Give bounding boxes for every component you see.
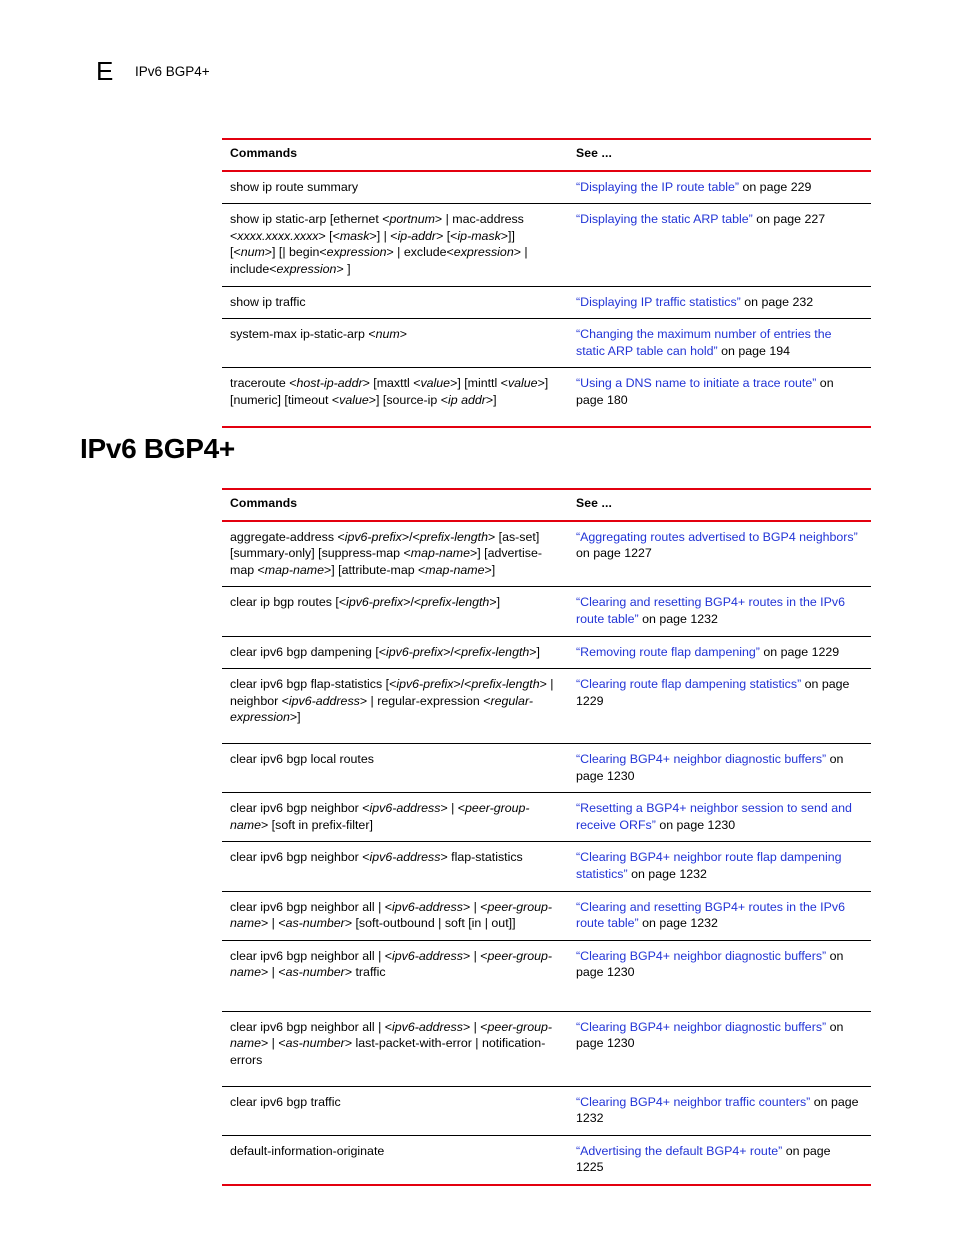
column-header-see: See ...	[576, 146, 612, 160]
table-row: clear ipv6 bgp neighbor <ipv6-address> f…	[222, 842, 871, 891]
command-cell: clear ipv6 bgp neighbor all | <ipv6-addr…	[230, 948, 553, 980]
bgp4-commands-table: Commands See ... aggregate-address <ipv6…	[222, 488, 871, 1186]
table-row: clear ipv6 bgp flap-statistics [<ipv6-pr…	[222, 669, 871, 744]
table-row: clear ipv6 bgp neighbor all | <ipv6-addr…	[222, 891, 871, 941]
see-reference-cell: “Clearing BGP4+ neighbor traffic counter…	[568, 1086, 871, 1135]
see-reference-cell: “Aggregating routes advertised to BGP4 n…	[568, 521, 871, 587]
cross-reference-link[interactable]: “Clearing BGP4+ neighbor route flap damp…	[576, 850, 842, 881]
cross-reference-link[interactable]: “Using a DNS name to initiate a trace ro…	[576, 376, 816, 390]
command-cell: show ip static-arp [ethernet <portnum> |…	[230, 212, 528, 276]
table-row: clear ipv6 bgp neighbor all | <ipv6-addr…	[222, 940, 871, 1012]
table-head: Commands See ...	[222, 489, 871, 521]
command-cell: clear ip bgp routes [<ipv6-prefix>/<pref…	[230, 595, 501, 610]
command-cell: clear ipv6 bgp flap-statistics [<ipv6-pr…	[230, 677, 554, 725]
page-reference-text: on page 1230	[655, 817, 736, 832]
page-reference-text: on page 1229	[759, 644, 840, 659]
see-reference-cell: “Displaying the IP route table” on page …	[568, 171, 871, 204]
table-row: show ip static-arp [ethernet <portnum> |…	[222, 204, 871, 287]
table-row: show ip traffic “Displaying IP traffic st…	[222, 286, 871, 319]
table-row: clear ipv6 bgp dampening [<ipv6-prefix>/…	[222, 636, 871, 669]
see-reference-cell: “Displaying IP traffic statistics” on pa…	[568, 286, 871, 319]
cross-reference-link[interactable]: “Advertising the default BGP4+ route”	[576, 1144, 782, 1158]
table-header-row: Commands See ...	[222, 489, 871, 521]
see-reference-cell: “Clearing and resetting BGP4+ routes in …	[568, 587, 871, 636]
see-reference-cell: “Clearing BGP4+ neighbor diagnostic buff…	[568, 1011, 871, 1086]
command-cell: clear ipv6 bgp neighbor <ipv6-address> |…	[230, 801, 530, 832]
running-head-title: IPv6 BGP4+	[135, 64, 210, 79]
command-cell: show ip traffic	[230, 294, 306, 309]
table-row: clear ipv6 bgp neighbor <ipv6-address> |…	[222, 793, 871, 842]
cross-reference-link[interactable]: “Clearing BGP4+ neighbor diagnostic buff…	[576, 752, 826, 766]
page-reference-text: on page 232	[740, 294, 814, 309]
command-cell: traceroute <host-ip-addr> [maxttl <value…	[230, 376, 549, 407]
cross-reference-link[interactable]: “Removing route flap dampening”	[576, 645, 760, 659]
page-reference-text: on page 1232	[627, 866, 707, 881]
column-header-see: See ...	[576, 496, 612, 510]
table-head: Commands See ...	[222, 139, 871, 171]
command-cell: aggregate-address <ipv6-prefix>/<prefix-…	[230, 529, 542, 577]
cross-reference-link[interactable]: “Changing the maximum number of entries …	[576, 327, 832, 358]
command-cell: clear ipv6 bgp neighbor all | <ipv6-addr…	[230, 899, 553, 931]
page-reference-text: on page 1227	[576, 546, 652, 561]
column-header-commands: Commands	[230, 146, 298, 160]
command-cell: clear ipv6 bgp neighbor <ipv6-address> f…	[230, 850, 523, 865]
see-reference-cell: “Clearing BGP4+ neighbor route flap damp…	[568, 842, 871, 891]
command-cell: clear ipv6 bgp neighbor all | <ipv6-addr…	[230, 1019, 553, 1068]
see-reference-cell: “Resetting a BGP4+ neighbor session to s…	[568, 793, 871, 842]
see-reference-cell: “Displaying the static ARP table” on pag…	[568, 204, 871, 286]
table-row: show ip route summary “Displaying the IP …	[222, 171, 871, 204]
table-body: show ip route summary “Displaying the IP …	[222, 171, 871, 427]
command-cell: clear ipv6 bgp local routes	[230, 751, 374, 766]
page-reference-text: on page 1232	[638, 916, 718, 931]
cross-reference-link[interactable]: “Displaying IP traffic statistics”	[576, 295, 741, 309]
see-reference-cell: “Changing the maximum number of entries …	[568, 319, 871, 368]
see-reference-cell: “Advertising the default BGP4+ route” on…	[568, 1135, 871, 1185]
section-heading-ipv6-bgp4: IPv6 BGP4+	[80, 433, 235, 464]
cross-reference-link[interactable]: “Displaying the IP route table”	[576, 180, 739, 194]
appendix-letter: E	[96, 56, 114, 86]
table-row: clear ipv6 bgp neighbor all | <ipv6-addr…	[222, 1011, 871, 1087]
see-reference-cell: “Clearing BGP4+ neighbor diagnostic buff…	[568, 743, 871, 792]
page-reference-text: on page 194	[717, 343, 791, 358]
command-cell: clear ipv6 bgp dampening [<ipv6-prefix>/…	[230, 644, 540, 659]
page-header: E IPv6 BGP4+	[0, 56, 954, 90]
see-reference-cell: “Clearing and resetting BGP4+ routes in …	[568, 891, 871, 940]
cross-reference-link[interactable]: “Clearing route flap dampening statistic…	[576, 677, 801, 691]
table-row: traceroute <host-ip-addr> [maxttl <value…	[222, 368, 871, 427]
command-cell: show ip route summary	[230, 179, 359, 194]
table-row: clear ipv6 bgp local routes “Clearing BGP…	[222, 743, 871, 793]
page-reference-text: on page 227	[752, 212, 826, 227]
table-row: aggregate-address <ipv6-prefix>/<prefix-…	[222, 521, 871, 587]
table-row: clear ipv6 bgp traffic “Clearing BGP4+ ne…	[222, 1086, 871, 1136]
ip-commands-table: Commands See ... show ip route summary “D…	[222, 138, 871, 428]
cross-reference-link[interactable]: “Clearing BGP4+ neighbor traffic counter…	[576, 1095, 810, 1109]
see-reference-cell: “Clearing route flap dampening statistic…	[568, 669, 871, 744]
command-cell: clear ipv6 bgp traffic	[230, 1094, 341, 1109]
table-row: system-max ip-static-arp <num> “Changing …	[222, 319, 871, 368]
page-reference-text: on page 229	[739, 179, 812, 194]
page-reference-text: on page 1232	[638, 611, 718, 626]
see-reference-cell: “Removing route flap dampening” on page …	[568, 636, 871, 669]
table-body: aggregate-address <ipv6-prefix>/<prefix-…	[222, 521, 871, 1186]
command-cell: system-max ip-static-arp <num>	[230, 327, 407, 342]
see-reference-cell: “Using a DNS name to initiate a trace ro…	[568, 368, 871, 427]
command-cell: default-information-originate	[230, 1143, 385, 1158]
table-row: clear ip bgp routes [<ipv6-prefix>/<pref…	[222, 587, 871, 637]
cross-reference-link[interactable]: “Clearing BGP4+ neighbor diagnostic buff…	[576, 949, 826, 963]
column-header-commands: Commands	[230, 496, 298, 510]
table-header-row: Commands See ...	[222, 139, 871, 171]
see-reference-cell: “Clearing BGP4+ neighbor diagnostic buff…	[568, 940, 871, 1011]
cross-reference-link[interactable]: “Aggregating routes advertised to BGP4 n…	[576, 530, 858, 544]
cross-reference-link[interactable]: “Clearing BGP4+ neighbor diagnostic buff…	[576, 1020, 826, 1034]
cross-reference-link[interactable]: “Displaying the static ARP table”	[576, 212, 753, 226]
table-row: default-information-originate “Advertisin…	[222, 1135, 871, 1186]
